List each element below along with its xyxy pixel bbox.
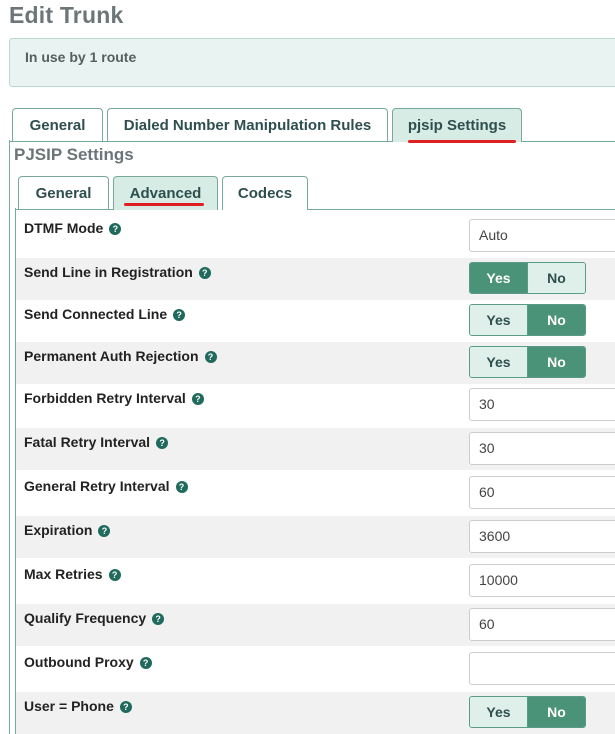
help-icon[interactable]: ? xyxy=(175,481,188,493)
help-icon[interactable]: ? xyxy=(108,569,121,581)
general-retry-interval-input[interactable]: 60 xyxy=(469,476,615,509)
row-qualify-frequency: Qualify Frequency? 60 xyxy=(16,604,615,646)
help-icon[interactable]: ? xyxy=(98,525,111,537)
help-icon[interactable]: ? xyxy=(191,393,204,405)
no-option[interactable]: No xyxy=(527,697,585,727)
row-fatal-retry-interval: Fatal Retry Interval? 30 xyxy=(16,428,615,470)
outbound-proxy-input[interactable] xyxy=(469,652,615,685)
field-label: Outbound Proxy? xyxy=(24,654,152,670)
yes-option[interactable]: Yes xyxy=(470,263,527,293)
usage-info-text: In use by 1 route xyxy=(25,49,137,65)
row-expiration: Expiration? 3600 xyxy=(16,516,615,558)
row-outbound-proxy: Outbound Proxy? xyxy=(16,648,615,690)
field-label: Forbidden Retry Interval? xyxy=(24,390,204,406)
no-option[interactable]: No xyxy=(527,305,585,335)
field-label: Send Line in Registration? xyxy=(24,264,211,280)
field-label: Qualify Frequency? xyxy=(24,610,165,626)
expiration-input[interactable]: 3600 xyxy=(469,520,615,553)
help-icon[interactable]: ? xyxy=(198,267,211,279)
row-max-retries: Max Retries? 10000 xyxy=(16,560,615,602)
no-option[interactable]: No xyxy=(527,263,585,293)
max-retries-input[interactable]: 10000 xyxy=(469,564,615,597)
usage-info-box: In use by 1 route xyxy=(9,38,615,87)
row-forbidden-retry-interval: Forbidden Retry Interval? 30 xyxy=(16,384,615,426)
tab-pjsip-settings[interactable]: pjsip Settings xyxy=(392,108,522,142)
page-title: Edit Trunk xyxy=(9,2,124,28)
subtab-general[interactable]: General xyxy=(18,176,109,210)
row-general-retry-interval: General Retry Interval? 60 xyxy=(16,472,615,514)
subtab-codecs[interactable]: Codecs xyxy=(222,176,308,210)
help-icon[interactable]: ? xyxy=(152,613,165,625)
tab-general[interactable]: General xyxy=(12,108,103,142)
help-icon[interactable]: ? xyxy=(139,657,152,669)
help-icon[interactable]: ? xyxy=(109,223,122,235)
field-label: Permanent Auth Rejection? xyxy=(24,348,217,364)
row-permanent-auth-rejection: Permanent Auth Rejection? Yes No xyxy=(16,342,615,384)
yes-option[interactable]: Yes xyxy=(470,305,527,335)
section-title: PJSIP Settings xyxy=(14,145,134,164)
row-dtmf-mode: DTMF Mode? Auto xyxy=(16,214,615,256)
field-label: Max Retries? xyxy=(24,566,121,582)
tab-dialed-number-manipulation-rules[interactable]: Dialed Number Manipulation Rules xyxy=(107,108,388,142)
no-option[interactable]: No xyxy=(527,347,585,377)
help-icon[interactable]: ? xyxy=(204,351,217,363)
field-label: General Retry Interval? xyxy=(24,478,188,494)
row-send-line-in-registration: Send Line in Registration? Yes No xyxy=(16,258,615,300)
yes-option[interactable]: Yes xyxy=(470,347,527,377)
forbidden-retry-interval-input[interactable]: 30 xyxy=(469,388,615,421)
field-label: Expiration? xyxy=(24,522,111,538)
user-eq-phone-toggle: Yes No xyxy=(469,696,586,728)
field-label: User = Phone? xyxy=(24,698,132,714)
row-send-connected-line: Send Connected Line? Yes No xyxy=(16,300,615,342)
yes-option[interactable]: Yes xyxy=(470,697,527,727)
help-icon[interactable]: ? xyxy=(156,437,169,449)
fatal-retry-interval-input[interactable]: 30 xyxy=(469,432,615,465)
field-label: Fatal Retry Interval? xyxy=(24,434,169,450)
send-connected-line-toggle: Yes No xyxy=(469,304,586,336)
help-icon[interactable]: ? xyxy=(173,309,186,321)
help-icon[interactable]: ? xyxy=(119,701,132,713)
permanent-auth-rejection-toggle: Yes No xyxy=(469,346,586,378)
send-line-in-registration-toggle: Yes No xyxy=(469,262,586,294)
field-label: Send Connected Line? xyxy=(24,306,186,322)
dtmf-mode-select[interactable]: Auto xyxy=(469,219,615,252)
field-label: DTMF Mode? xyxy=(24,220,122,236)
row-user-eq-phone: User = Phone? Yes No xyxy=(16,692,615,734)
annotation-underline-advanced xyxy=(124,203,204,206)
qualify-frequency-input[interactable]: 60 xyxy=(469,608,615,641)
